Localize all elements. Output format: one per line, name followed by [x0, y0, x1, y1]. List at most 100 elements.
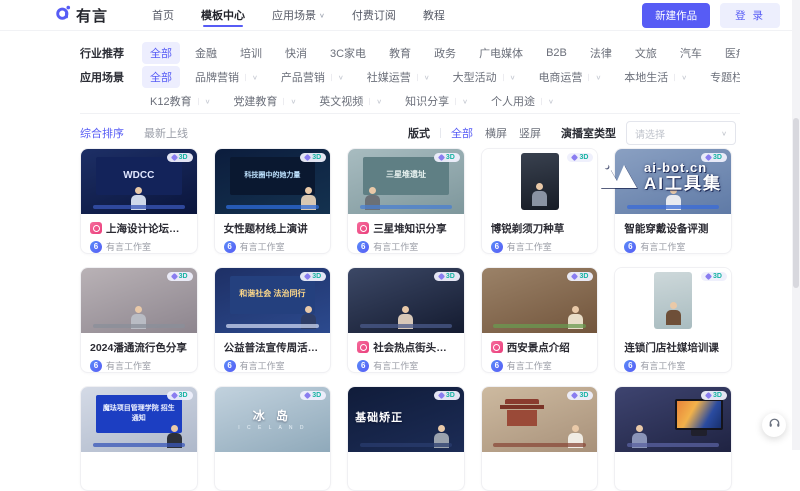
studio-avatar: 6	[224, 360, 236, 372]
studio-name: 有言工作室	[240, 240, 285, 253]
badge-3d: 3D	[567, 391, 593, 400]
template-title: 三星堆知识分享	[373, 221, 447, 236]
login-button[interactable]: 登 录	[720, 3, 780, 28]
nav-item-应用场景[interactable]: 应用场景∨	[272, 0, 325, 30]
vip-badge-icon	[90, 222, 102, 234]
template-card[interactable]: 3D 西安景点介绍 6 有言工作室	[481, 267, 599, 373]
cube-icon	[171, 154, 178, 161]
template-card[interactable]: 3D 和谐社会 法治同行 公益普法宣传周活动预告 6 有言工作室	[214, 267, 332, 373]
filter-chip-本地生活[interactable]: 本地生活∨	[616, 66, 695, 88]
filter-chip-培训[interactable]: 培训	[232, 42, 270, 64]
scrollbar-thumb[interactable]	[793, 118, 799, 288]
template-thumbnail: 3D 三星堆遗址	[348, 149, 464, 214]
template-card[interactable]: 3D 智能穿戴设备评测 6 有言工作室	[614, 148, 732, 254]
cube-icon	[438, 392, 445, 399]
filter-chip-教育[interactable]: 教育	[381, 42, 419, 64]
filter-chip-大型活动[interactable]: 大型活动∨	[445, 66, 524, 88]
card-body: 连锁门店社媒培训课 6 有言工作室	[615, 333, 731, 372]
vip-badge-icon	[357, 341, 369, 353]
studio-avatar: 6	[357, 241, 369, 253]
caption-bar	[226, 205, 319, 209]
nav-item-教程[interactable]: 教程	[423, 0, 445, 30]
headset-icon	[768, 416, 781, 434]
filter-chip-社媒运营[interactable]: 社媒运营∨	[359, 66, 438, 88]
filter-chip-电商运营[interactable]: 电商运营∨	[530, 66, 609, 88]
template-card[interactable]: 3D 6	[481, 386, 599, 491]
scrollbar[interactable]	[792, 0, 800, 450]
new-work-button[interactable]: 新建作品	[642, 3, 710, 28]
template-card[interactable]: 3D 2024潘通流行色分享 6 有言工作室	[80, 267, 198, 373]
card-body: 6	[482, 452, 598, 490]
chevron-down-icon: ∨	[455, 97, 468, 104]
studio-name: 有言工作室	[106, 359, 151, 372]
badge-3d: 3D	[701, 391, 727, 400]
brand-logo[interactable]: 有言	[55, 4, 108, 26]
filter-chip-全部[interactable]: 全部	[142, 42, 180, 64]
filter-chip-知识分享[interactable]: 知识分享∨	[397, 90, 476, 112]
scene-title-text: 基础矫正	[355, 409, 403, 425]
nav-item-首页[interactable]: 首页	[152, 0, 174, 30]
template-card[interactable]: 3D 三星堆遗址 三星堆知识分享 6 有言工作室	[347, 148, 465, 254]
filter-chip-广电媒体[interactable]: 广电媒体	[471, 42, 531, 64]
studio-name: 有言工作室	[507, 359, 552, 372]
studio-type-select[interactable]: 请选择 ∨	[626, 121, 736, 145]
template-thumbnail: 3D	[348, 268, 464, 333]
studio-name: 有言工作室	[240, 359, 285, 372]
cube-icon	[438, 154, 445, 161]
template-card[interactable]: 3D 冰 岛I C E L A N D 6	[214, 386, 332, 491]
template-card[interactable]: 3D 社会热点街头采访连线 6 有言工作室	[347, 267, 465, 373]
filter-chip-快消[interactable]: 快消	[277, 42, 315, 64]
cube-icon	[705, 392, 712, 399]
filter-chip-3C家电[interactable]: 3C家电	[322, 42, 374, 64]
filter-chip-汽车[interactable]: 汽车	[672, 42, 710, 64]
sort-option-最新上线[interactable]: 最新上线	[144, 128, 188, 140]
scenario-chips-row2: K12教育∨ 党建教育∨ 英文视频∨ 知识分享∨ 个人用途∨	[142, 90, 569, 112]
caption-bar	[627, 205, 720, 209]
nav-item-模板中心[interactable]: 模板中心	[201, 0, 245, 30]
card-body: 2024潘通流行色分享 6 有言工作室	[81, 333, 197, 372]
filter-chip-产品营销[interactable]: 产品营销∨	[273, 66, 352, 88]
badge-3d: 3D	[701, 153, 727, 162]
filter-chip-政务[interactable]: 政务	[426, 42, 464, 64]
filter-chip-医疗[interactable]: 医疗	[717, 42, 740, 64]
template-card[interactable]: 3D 魔珐项目管理学院 招生通知 6	[80, 386, 198, 491]
template-card[interactable]: 3D WDCC 上海设计论坛开场主持 6 有言工作室	[80, 148, 198, 254]
scenario-filter-label: 应用场景	[80, 66, 142, 85]
filter-chip-法律[interactable]: 法律	[582, 42, 620, 64]
filter-chip-B2B[interactable]: B2B	[538, 42, 575, 64]
filter-chip-品牌营销[interactable]: 品牌营销∨	[187, 66, 266, 88]
filter-chip-个人用途[interactable]: 个人用途∨	[483, 90, 562, 112]
card-body: 智能穿戴设备评测 6 有言工作室	[615, 214, 731, 253]
caption-bar	[493, 324, 586, 328]
format-option-横屏[interactable]: 横屏	[485, 128, 507, 140]
template-card[interactable]: 3D 连锁门店社媒培训课 6 有言工作室	[614, 267, 732, 373]
scenario-filter-row2: K12教育∨ 党建教育∨ 英文视频∨ 知识分享∨ 个人用途∨	[80, 90, 740, 112]
template-card[interactable]: 3D 6	[614, 386, 732, 491]
card-body: 6	[81, 452, 197, 490]
filter-chip-专题栏目[interactable]: 专题栏目∨	[702, 66, 740, 88]
brand-name: 有言	[76, 5, 108, 26]
filter-chip-党建教育[interactable]: 党建教育∨	[225, 90, 304, 112]
caption-bar	[360, 443, 453, 447]
template-thumbnail: 3D	[482, 387, 598, 452]
template-card[interactable]: 3D 基础矫正 6	[347, 386, 465, 491]
filter-chip-英文视频[interactable]: 英文视频∨	[311, 90, 390, 112]
studio-name: 有言工作室	[640, 240, 685, 253]
sort-option-综合排序[interactable]: 综合排序	[80, 128, 124, 140]
customer-service-button[interactable]	[762, 413, 786, 437]
cube-icon	[304, 273, 311, 280]
filter-chip-文旅[interactable]: 文旅	[627, 42, 665, 64]
template-title: 社会热点街头采访连线	[373, 340, 455, 355]
cube-icon	[571, 392, 578, 399]
filter-chip-全部[interactable]: 全部	[142, 66, 180, 88]
format-option-竖屏[interactable]: 竖屏	[519, 128, 541, 140]
template-thumbnail: 3D 基础矫正	[348, 387, 464, 452]
industry-chips: 全部金融培训快消3C家电教育政务广电媒体B2B法律文旅汽车医疗泛互联网通用	[142, 42, 740, 64]
format-option-全部[interactable]: 全部	[451, 128, 473, 140]
badge-3d: 3D	[434, 153, 460, 162]
nav-item-付费订阅[interactable]: 付费订阅	[352, 0, 396, 30]
filter-chip-K12教育[interactable]: K12教育∨	[142, 90, 218, 112]
filter-chip-金融[interactable]: 金融	[187, 42, 225, 64]
template-card[interactable]: 3D 博锐剃须刀种草 6 有言工作室	[481, 148, 599, 254]
template-card[interactable]: 3D 科技圈中的她力量 女性题材线上演讲 6 有言工作室	[214, 148, 332, 254]
